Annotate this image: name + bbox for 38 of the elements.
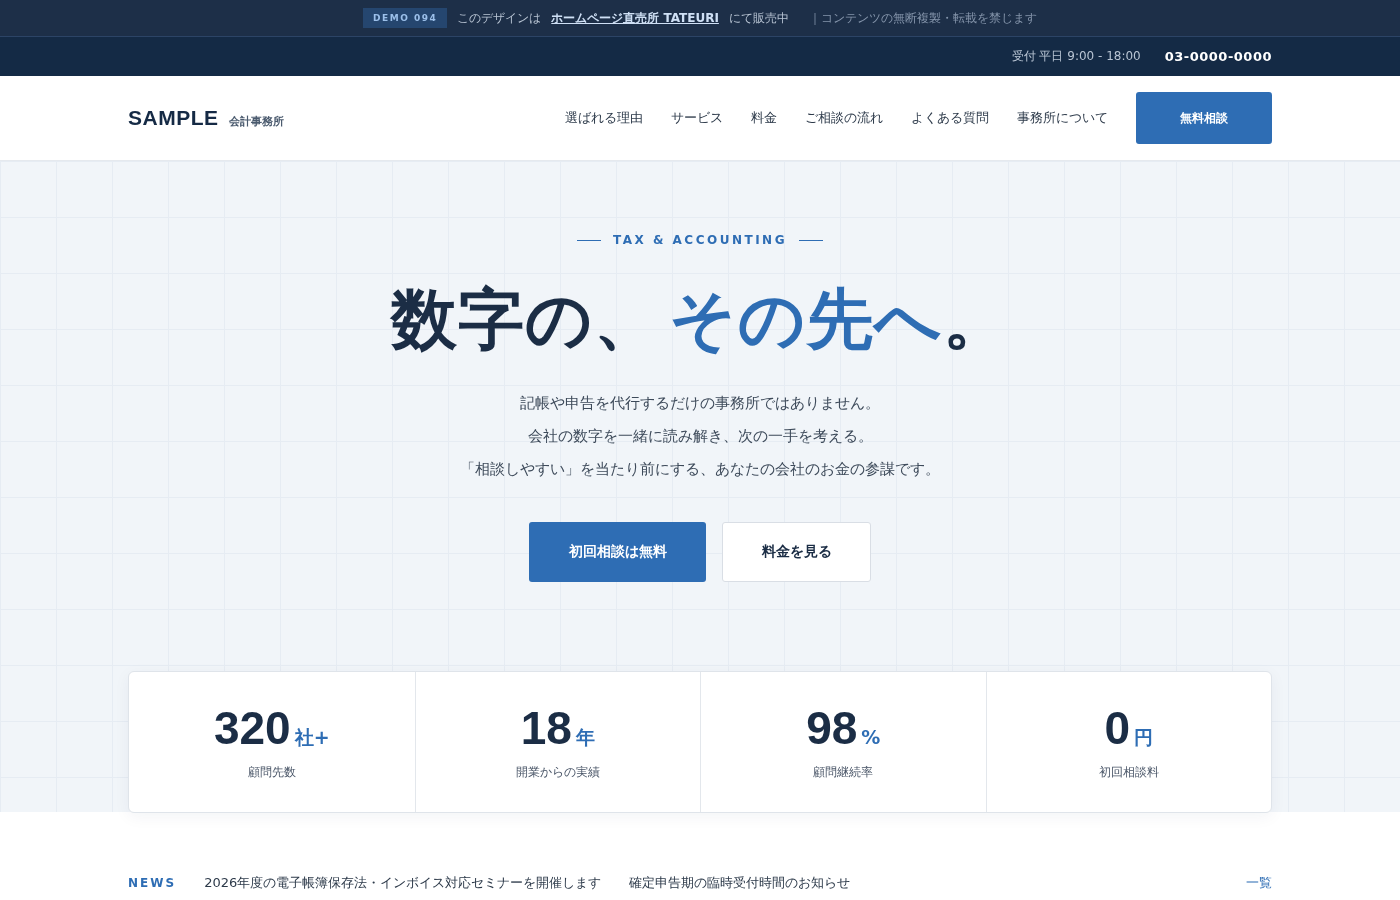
consult-button[interactable]: 無料相談: [1136, 92, 1272, 144]
nav-link[interactable]: よくある質問: [911, 109, 989, 127]
nav-link[interactable]: 事務所について: [1017, 109, 1108, 127]
stat-label: 顧問継続率: [813, 764, 874, 780]
nav-link[interactable]: サービス: [671, 109, 723, 127]
notice-text: このデザインは: [457, 9, 542, 27]
news-item[interactable]: 2026年度の電子帳簿保存法・インボイス対応セミナーを開催します: [204, 874, 602, 892]
stat-value: 18: [520, 704, 572, 751]
nav-link[interactable]: 選ばれる理由: [565, 109, 643, 127]
stat-label: 顧問先数: [247, 764, 296, 780]
stat-value: 0: [1104, 704, 1131, 751]
pricing-button[interactable]: 料金を見る: [722, 522, 871, 582]
demo-badge: DEMO 094: [363, 8, 448, 28]
hero-text: 「相談しやすい」を当たり前にする、あなたの会社のお金の参謀です。: [460, 460, 940, 479]
stat-unit: 年: [575, 724, 595, 750]
stat-unit: %: [861, 725, 881, 748]
nav-link[interactable]: 料金: [751, 109, 777, 127]
office-hours: 受付 平日 9:00 - 18:00: [1011, 48, 1141, 65]
logo-text[interactable]: SAMPLE: [128, 106, 219, 130]
stat-unit: 円: [1134, 724, 1154, 750]
stat-label: 開業からの実績: [515, 764, 600, 780]
stat-value: 320: [213, 704, 291, 751]
stat-value: 98: [806, 704, 858, 751]
logo-subtitle: 会計事務所: [228, 114, 284, 129]
hero-text: 会社の数字を一緒に読み解き、次の一手を考える。: [527, 427, 873, 446]
notice-text: にて販売中: [728, 9, 789, 27]
eyebrow-text: TAX & ACCOUNTING: [612, 233, 787, 247]
stat-unit: 社+: [294, 724, 330, 750]
stat-label: 初回相談料: [1098, 764, 1159, 780]
news-item[interactable]: 確定申告期の臨時受付時間のお知らせ: [629, 874, 851, 892]
news-heading: NEWS: [128, 876, 177, 890]
phone-number: 03-0000-0000: [1164, 49, 1272, 64]
copyright-note: ｜コンテンツの無断複製・転載を禁じます: [808, 9, 1037, 27]
news-list-link[interactable]: 一覧: [1246, 874, 1272, 892]
nav-link[interactable]: ご相談の流れ: [805, 109, 883, 127]
hero-text: 記帳や申告を代行するだけの事務所ではありません。: [520, 394, 880, 413]
consult-button[interactable]: 初回相談は無料: [529, 522, 706, 582]
tateuri-link[interactable]: ホームページ直売所 TATEURI: [551, 9, 719, 27]
